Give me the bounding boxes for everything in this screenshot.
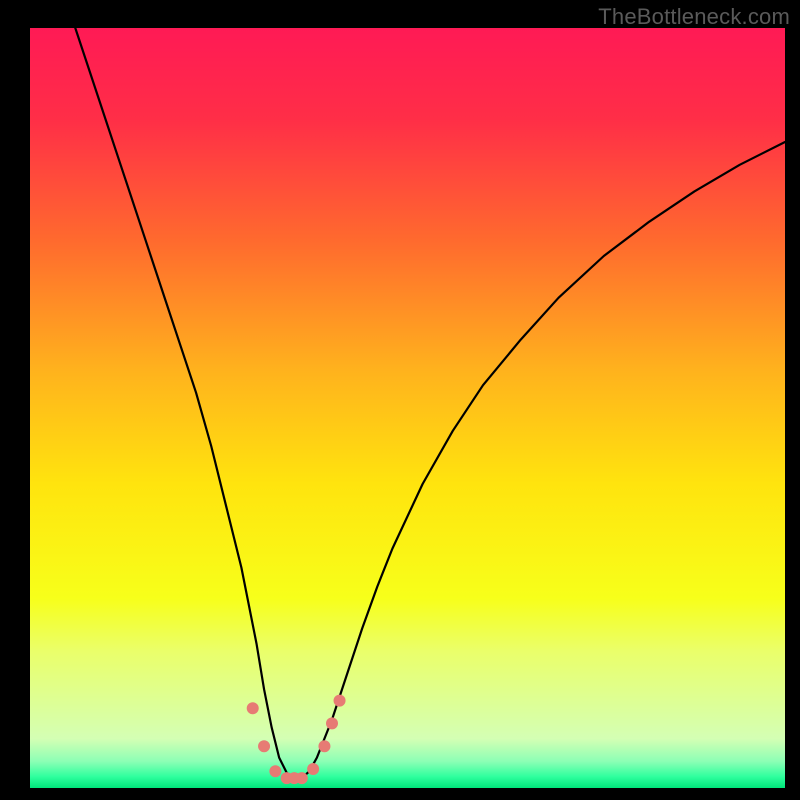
- marker-point: [247, 702, 259, 714]
- gradient-background: [30, 28, 785, 788]
- marker-point: [334, 695, 346, 707]
- marker-point: [296, 772, 308, 784]
- marker-point: [326, 717, 338, 729]
- marker-point: [318, 740, 330, 752]
- marker-point: [307, 763, 319, 775]
- chart-svg: [0, 0, 800, 800]
- marker-point: [269, 765, 281, 777]
- chart-frame: TheBottleneck.com: [0, 0, 800, 800]
- attribution-label: TheBottleneck.com: [598, 4, 790, 30]
- marker-point: [258, 740, 270, 752]
